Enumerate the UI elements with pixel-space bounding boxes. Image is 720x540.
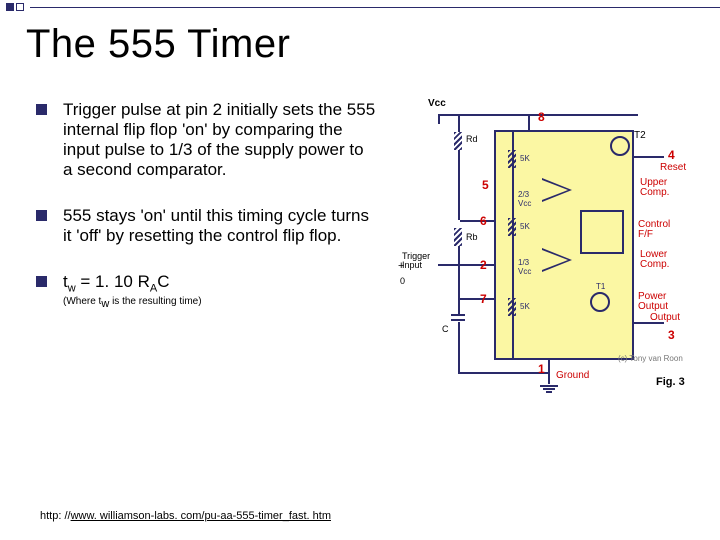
resistor-5k [508, 218, 516, 236]
formula-block: tw = 1. 10 RAC (Where tw is the resultin… [63, 272, 202, 309]
formula-text: C [157, 272, 169, 291]
wire [634, 156, 664, 158]
source-url[interactable]: www. williamson-labs. com/pu-aa-555-time… [71, 510, 331, 522]
capacitor [451, 314, 465, 321]
pin-1: 1 [538, 362, 545, 376]
wire [458, 150, 460, 220]
label-rd: Rd [466, 134, 478, 144]
label-plus: + [398, 260, 404, 272]
label-rb: Rb [466, 232, 478, 242]
formula-note: (Where tw is the resulting time) [63, 296, 202, 310]
upper-comparator [542, 178, 576, 202]
circuit-diagram: Vcc 8 Rd 5K 5K 5K 2/3 Vcc 1/3 Vcc T2 4 R… [398, 100, 698, 410]
accent-line [30, 7, 720, 8]
label-t2: T2 [634, 130, 646, 141]
label-c: C [442, 324, 449, 334]
list-item: tw = 1. 10 RAC (Where tw is the resultin… [36, 272, 376, 309]
label-two-thirds: 2/3 Vcc [518, 190, 531, 208]
label-reset: Reset [660, 162, 686, 173]
wire [460, 298, 494, 300]
bullet-list: Trigger pulse at pin 2 initially sets th… [36, 100, 376, 310]
bullet-icon [36, 276, 47, 287]
flip-flop [580, 210, 624, 254]
resistor-5k [508, 150, 516, 168]
label-t1: T1 [596, 282, 605, 291]
wire [528, 114, 530, 130]
label-one-third: 1/3 Vcc [518, 258, 531, 276]
pin-5: 5 [482, 178, 489, 192]
ground-symbol [540, 384, 558, 394]
bullet-icon [36, 104, 47, 115]
label-5k: 5K [520, 154, 530, 163]
link-prefix: http: // [40, 510, 71, 522]
wire [458, 246, 460, 298]
bullet-text: 555 stays 'on' until this timing cycle t… [63, 206, 376, 246]
transistor-t1 [590, 292, 610, 312]
label-zero: 0 [400, 276, 405, 286]
pin-8: 8 [538, 110, 545, 124]
label-trigger-input: Trigger Input [402, 252, 430, 270]
formula-sub: w [68, 283, 76, 295]
transistor-t2 [610, 136, 630, 156]
accent-square-filled [6, 3, 14, 11]
label-control-ff: Control F/F [638, 220, 670, 240]
label-upper-comp: Upper Comp. [640, 178, 669, 198]
resistor-5k [508, 298, 516, 316]
label-5k: 5K [520, 222, 530, 231]
figure-number: Fig. 3 [656, 376, 685, 388]
label-ground: Ground [556, 370, 589, 381]
lower-comparator [542, 248, 576, 272]
formula-text: = 1. 10 R [76, 272, 150, 291]
label-vcc: Vcc [428, 98, 446, 109]
wire [458, 322, 460, 372]
list-item: Trigger pulse at pin 2 initially sets th… [36, 100, 376, 180]
pin-4: 4 [668, 148, 675, 162]
resistor-rd [454, 132, 462, 150]
pin-2: 2 [480, 258, 487, 272]
accent-square-outline [16, 3, 24, 11]
label-lower-comp: Lower Comp. [640, 250, 669, 270]
wire [458, 372, 550, 374]
wire [548, 360, 550, 372]
label-output: Output [650, 312, 680, 323]
diagram-credit: (c) Tony van Roon [618, 354, 683, 363]
pin-7: 7 [480, 292, 487, 306]
label-power-output: Power Output [638, 292, 668, 312]
wire [458, 114, 460, 132]
wire [438, 114, 440, 124]
wire [460, 220, 494, 222]
label-5k: 5K [520, 302, 530, 311]
resistor-rb [454, 228, 462, 246]
slide-title: The 555 Timer [26, 22, 290, 67]
pin-3: 3 [668, 328, 675, 342]
title-accent-bar [0, 0, 720, 14]
source-link: http: //www. williamson-labs. com/pu-aa-… [40, 510, 331, 522]
formula: tw = 1. 10 RAC [63, 272, 202, 294]
pin-6: 6 [480, 214, 487, 228]
wire [458, 298, 460, 314]
bullet-text: Trigger pulse at pin 2 initially sets th… [63, 100, 376, 180]
bullet-icon [36, 210, 47, 221]
wire [548, 372, 550, 384]
list-item: 555 stays 'on' until this timing cycle t… [36, 206, 376, 246]
